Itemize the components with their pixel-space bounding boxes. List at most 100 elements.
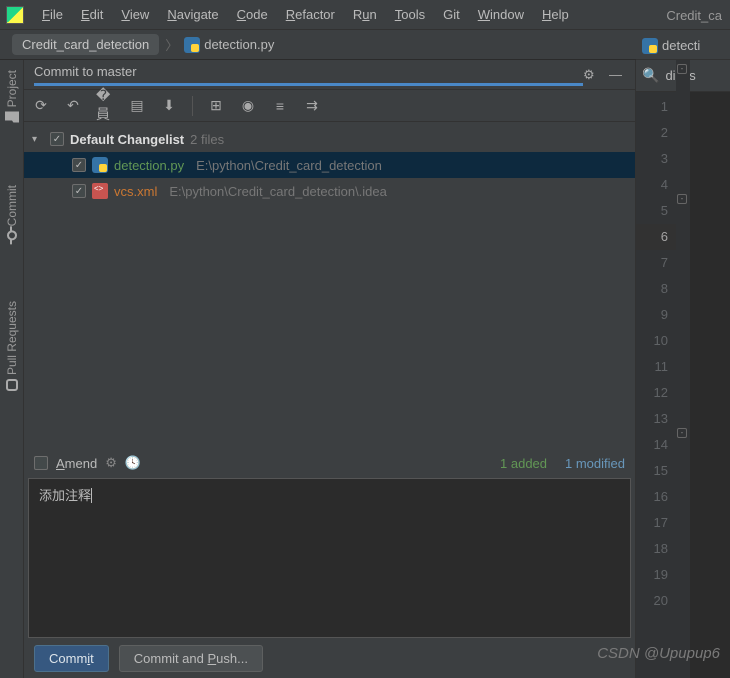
line-num-current: 6: [636, 224, 676, 250]
status-modified: 1 modified: [565, 456, 625, 471]
amend-checkbox[interactable]: [34, 456, 48, 470]
menu-file[interactable]: File: [34, 3, 71, 26]
menu-tools[interactable]: Tools: [387, 3, 433, 26]
commit-panel: Commit to master ⚙ — ⟳ ↶ �員 ▤ ⬇ ⊞ ◉ ≡ ⇉ …: [24, 60, 636, 678]
line-num: 1: [636, 94, 668, 120]
commit-toolbar: ⟳ ↶ �員 ▤ ⬇ ⊞ ◉ ≡ ⇉: [24, 90, 635, 122]
line-num: 5: [636, 198, 668, 224]
file-checkbox[interactable]: [72, 184, 86, 198]
refresh-icon[interactable]: ⟳: [32, 97, 50, 115]
menu-refactor[interactable]: Refactor: [278, 3, 343, 26]
search-icon[interactable]: 🔍: [642, 67, 659, 84]
file-checkbox[interactable]: [72, 158, 86, 172]
line-num: 4: [636, 172, 668, 198]
line-num: 2: [636, 120, 668, 146]
breadcrumb-separator-icon: 〉: [165, 35, 178, 54]
group-icon[interactable]: ⊞: [207, 97, 225, 115]
python-file-icon: [642, 38, 658, 54]
editor-area: detecti 🔍 digits 1 2 3 4 5 6 7 8 9 10 11…: [636, 60, 730, 678]
commit-and-push-button[interactable]: Commit and Push...: [119, 645, 263, 672]
menu-git[interactable]: Git: [435, 3, 468, 26]
commit-message-text: 添加注释: [39, 488, 91, 503]
changelist-header[interactable]: ▾ Default Changelist 2 files: [24, 126, 635, 152]
chevron-down-icon[interactable]: ▾: [32, 134, 44, 145]
options-gear-icon[interactable]: ⚙: [105, 455, 117, 471]
breadcrumb-project[interactable]: Credit_card_detection: [12, 34, 159, 55]
tool-commit[interactable]: Commit: [5, 185, 19, 240]
changelist-tree: ▾ Default Changelist 2 files detection.p…: [24, 122, 635, 208]
amend-row: Amend ⚙ 🕓 1 added 1 modified: [24, 448, 635, 478]
menu-window[interactable]: Window: [470, 3, 532, 26]
line-num: 17: [636, 510, 668, 536]
commit-buttons: Commit Commit and Push...: [24, 638, 635, 678]
show-diff-icon[interactable]: ◉: [239, 97, 257, 115]
panel-title: Commit to master: [34, 64, 583, 86]
menu-view[interactable]: View: [113, 3, 157, 26]
line-num: 14: [636, 432, 668, 458]
editor-tab-label: detecti: [662, 38, 700, 53]
line-num: 20: [636, 588, 668, 614]
menu-navigate[interactable]: Navigate: [159, 3, 226, 26]
line-num: 16: [636, 484, 668, 510]
fold-marker-icon[interactable]: -: [677, 64, 687, 74]
commit-button[interactable]: Commit: [34, 645, 109, 672]
history-icon[interactable]: 🕓: [125, 455, 141, 471]
rollback-icon[interactable]: ↶: [64, 97, 82, 115]
changelist-checkbox[interactable]: [50, 132, 64, 146]
changelist-name: Default Changelist: [70, 132, 184, 147]
collapse-icon[interactable]: ⇉: [303, 97, 321, 115]
left-tool-strip: Project Commit Pull Requests: [0, 60, 24, 678]
menu-help[interactable]: Help: [534, 3, 577, 26]
breadcrumb-file-label: detection.py: [204, 37, 274, 52]
changelist-count: 2 files: [190, 132, 224, 147]
hide-panel-icon[interactable]: —: [609, 67, 625, 83]
file-name: vcs.xml: [114, 184, 157, 199]
line-num: 3: [636, 146, 668, 172]
python-file-icon: [92, 157, 108, 173]
tool-project[interactable]: Project: [5, 70, 19, 125]
xml-file-icon: [92, 183, 108, 199]
top-right-tab: Credit_ca: [658, 0, 730, 30]
menu-run[interactable]: Run: [345, 3, 385, 26]
editor-content[interactable]: [690, 60, 730, 678]
line-num: 11: [636, 354, 668, 380]
status-added: 1 added: [500, 456, 547, 471]
line-number-gutter: 1 2 3 4 5 6 7 8 9 10 11 12 13 14 15 16 1…: [636, 60, 676, 678]
pull-request-icon: [6, 379, 18, 391]
line-num: 10: [636, 328, 668, 354]
line-num: 19: [636, 562, 668, 588]
fold-marker-icon[interactable]: -: [677, 194, 687, 204]
file-name: detection.py: [114, 158, 184, 173]
editor-tab[interactable]: detecti: [636, 32, 730, 60]
toolbar-separator: [192, 96, 193, 116]
breadcrumb: Credit_card_detection 〉 detection.py: [0, 30, 730, 60]
file-row-vcsxml[interactable]: vcs.xml E:\python\Credit_card_detection\…: [24, 178, 635, 204]
breadcrumb-file[interactable]: detection.py: [184, 37, 274, 53]
pycharm-logo-icon: [6, 6, 24, 24]
file-path: E:\python\Credit_card_detection: [196, 158, 382, 173]
menu-edit[interactable]: Edit: [73, 3, 111, 26]
menu-bar: File Edit View Navigate Code Refactor Ru…: [0, 0, 730, 30]
line-num: 9: [636, 302, 668, 328]
expand-icon[interactable]: ≡: [271, 97, 289, 115]
file-row-detection[interactable]: detection.py E:\python\Credit_card_detec…: [24, 152, 635, 178]
menu-code[interactable]: Code: [229, 3, 276, 26]
line-num: 15: [636, 458, 668, 484]
line-num: 18: [636, 536, 668, 562]
folder-icon: [5, 111, 19, 125]
commit-message-input[interactable]: 添加注释: [28, 478, 631, 638]
commit-node-icon: [7, 231, 17, 241]
diff-icon[interactable]: �員: [96, 97, 114, 115]
line-num: 8: [636, 276, 668, 302]
fold-gutter: - - -: [676, 60, 690, 678]
line-num: 12: [636, 380, 668, 406]
settings-gear-icon[interactable]: ⚙: [583, 67, 599, 83]
tool-pull-requests[interactable]: Pull Requests: [5, 301, 19, 391]
file-path: E:\python\Credit_card_detection\.idea: [169, 184, 387, 199]
amend-label: Amend: [56, 456, 97, 471]
fold-marker-icon[interactable]: -: [677, 428, 687, 438]
line-num: 13: [636, 406, 668, 432]
shelve-icon[interactable]: ⬇: [160, 97, 178, 115]
changelist-icon[interactable]: ▤: [128, 97, 146, 115]
line-num: 7: [636, 250, 668, 276]
